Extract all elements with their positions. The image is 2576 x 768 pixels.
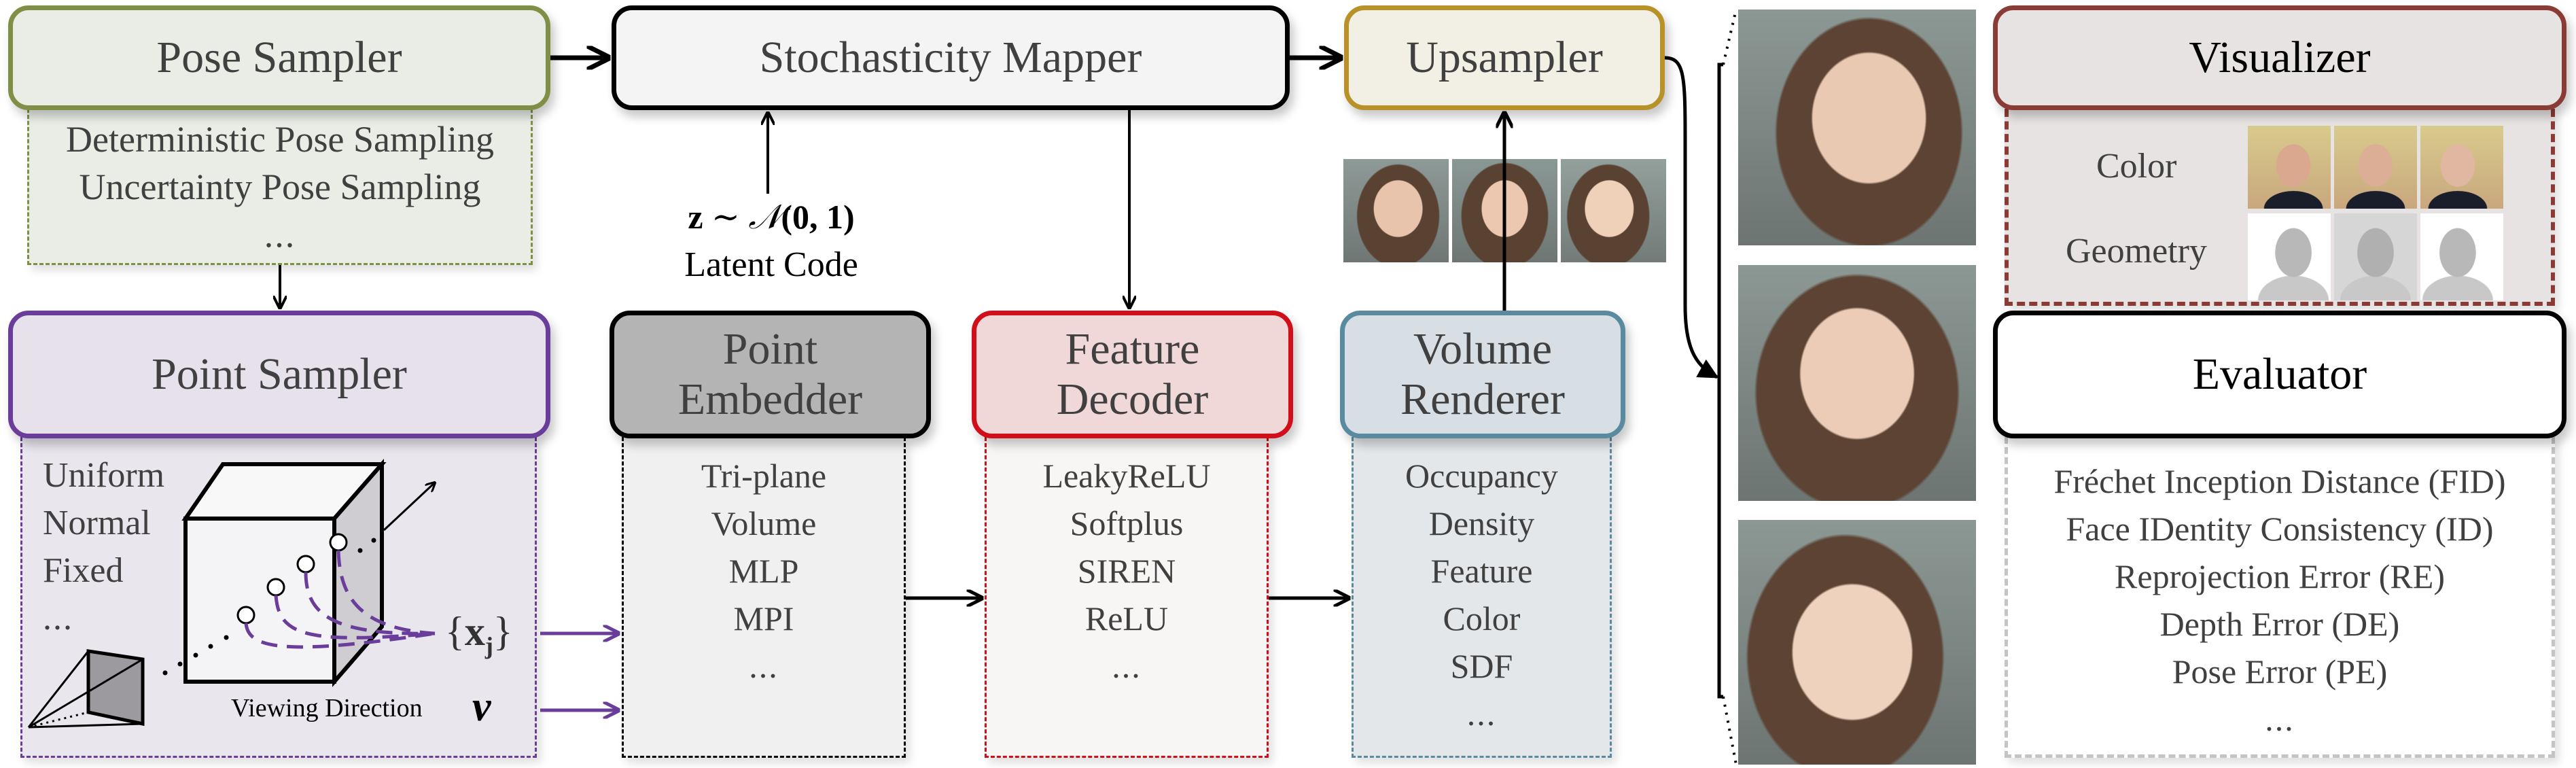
- output-bracket-dots-bottom: [1722, 696, 1737, 765]
- arrow-upsampler-to-outputs: [1664, 56, 1719, 379]
- visualizer-color-image: [2248, 126, 2331, 209]
- embedder-option: ...: [749, 647, 779, 685]
- volume-renderer-options: Occupancy Density Feature Color SDF ...: [1352, 437, 1612, 758]
- point-embedder-options: Tri-plane Volume MLP MPI ...: [622, 437, 906, 758]
- metric-item: Face IDentity Consistency (ID): [2066, 510, 2494, 548]
- embedder-option: MPI: [733, 599, 794, 638]
- evaluator-header: Evaluator: [1993, 311, 2566, 438]
- decoder-option: LeakyReLU: [1042, 457, 1211, 495]
- point-embedder-title-line1: Point: [722, 324, 818, 374]
- pose-option: ...: [264, 214, 296, 255]
- decoder-option: ...: [1112, 647, 1142, 685]
- output-bracket: [1717, 63, 1723, 699]
- point-sampler-title: Point Sampler: [152, 349, 407, 400]
- x-var: x: [464, 609, 485, 654]
- high-res-face-image: [1738, 265, 1976, 501]
- metric-item: Fréchet Inception Distance (FID): [2053, 462, 2506, 500]
- metric-item: Reprojection Error (RE): [2115, 557, 2445, 595]
- feature-decoder-header: Feature Decoder: [972, 311, 1293, 438]
- renderer-option: Density: [1428, 504, 1535, 542]
- visualizer-color-image: [2420, 126, 2503, 209]
- visualizer-color-image: [2334, 126, 2417, 209]
- upsampler-title: Upsampler: [1406, 33, 1603, 83]
- low-res-face-image: [1343, 159, 1449, 262]
- feature-decoder-options: LeakyReLU Softplus SIREN ReLU ...: [985, 437, 1269, 758]
- low-res-face-image: [1561, 159, 1666, 262]
- pose-option: Deterministic Pose Sampling: [66, 119, 494, 160]
- metric-item: Pose Error (PE): [2172, 652, 2388, 691]
- evaluator-metrics: Fréchet Inception Distance (FID) Face ID…: [2005, 437, 2555, 758]
- visualizer-geometry-image: [2420, 213, 2503, 300]
- latent-normal: 𝒩: [748, 198, 781, 236]
- metric-item: Depth Error (DE): [2159, 605, 2400, 643]
- viewing-direction-symbol: v: [472, 684, 491, 730]
- embedder-option: Tri-plane: [701, 457, 827, 495]
- j-sub: j: [484, 632, 493, 659]
- visualizer-geometry-label: Geometry: [2066, 232, 2207, 270]
- renderer-option: ...: [1466, 695, 1497, 733]
- decoder-option: ReLU: [1084, 599, 1169, 638]
- renderer-option: Color: [1443, 599, 1521, 638]
- latent-args: (0, 1): [781, 198, 855, 236]
- upsampler-header: Upsampler: [1344, 5, 1665, 110]
- visualizer-color-label: Color: [2096, 147, 2177, 186]
- embedder-option: Volume: [711, 504, 817, 542]
- metric-item: ...: [2265, 700, 2295, 738]
- renderer-option: Occupancy: [1405, 457, 1558, 495]
- volume-renderer-header: Volume Renderer: [1340, 311, 1625, 438]
- latent-code-label: Latent Code: [684, 245, 858, 284]
- volume-renderer-title-line1: Volume: [1413, 324, 1553, 374]
- evaluator-title: Evaluator: [2192, 349, 2367, 400]
- pose-sampler-options: Deterministic Pose Sampling Uncertainty …: [27, 109, 533, 265]
- latent-sim: ∼: [711, 198, 740, 236]
- latent-formula: z ∼ 𝒩(0, 1): [673, 197, 870, 237]
- renderer-option: Feature: [1430, 552, 1533, 590]
- decoder-option: Softplus: [1070, 504, 1184, 542]
- visualizer-header: Visualizer: [1993, 5, 2566, 110]
- stochasticity-mapper-header: Stochasticity Mapper: [612, 5, 1290, 110]
- point-embedder-header: Point Embedder: [610, 311, 931, 438]
- output-bracket-dots-top: [1722, 9, 1737, 65]
- low-res-face-image: [1452, 159, 1557, 262]
- visualizer-title: Visualizer: [2189, 33, 2371, 83]
- point-embedder-title-line2: Embedder: [677, 374, 863, 424]
- visualizer-geometry-image: [2334, 213, 2417, 300]
- volume-renderer-title-line2: Renderer: [1400, 374, 1565, 424]
- stochasticity-mapper-title: Stochasticity Mapper: [759, 33, 1142, 83]
- embedder-option: MLP: [728, 552, 799, 590]
- feature-decoder-title-line2: Decoder: [1056, 374, 1209, 424]
- brace-open: {: [445, 609, 465, 654]
- pose-sampler-header: Pose Sampler: [8, 5, 550, 110]
- renderer-option: SDF: [1450, 647, 1513, 685]
- point-sampling-option: Normal: [43, 504, 151, 542]
- point-sampler-header: Point Sampler: [8, 311, 550, 438]
- point-sampling-option: ...: [43, 599, 73, 638]
- decoder-option: SIREN: [1077, 552, 1176, 590]
- pose-option: Uncertainty Pose Sampling: [79, 167, 481, 207]
- point-sampling-option: Fixed: [43, 551, 124, 590]
- pose-sampler-title: Pose Sampler: [156, 33, 402, 83]
- feature-decoder-title-line1: Feature: [1065, 324, 1200, 374]
- point-sampling-option: Uniform: [43, 456, 165, 495]
- viewing-direction-label: Viewing Direction: [231, 694, 423, 722]
- sample-points-label: {xj}: [445, 608, 513, 660]
- high-res-face-image: [1738, 10, 1976, 245]
- latent-z: z: [688, 198, 703, 236]
- visualizer-geometry-image: [2248, 213, 2331, 300]
- high-res-face-image: [1738, 520, 1976, 765]
- brace-close: }: [493, 609, 513, 654]
